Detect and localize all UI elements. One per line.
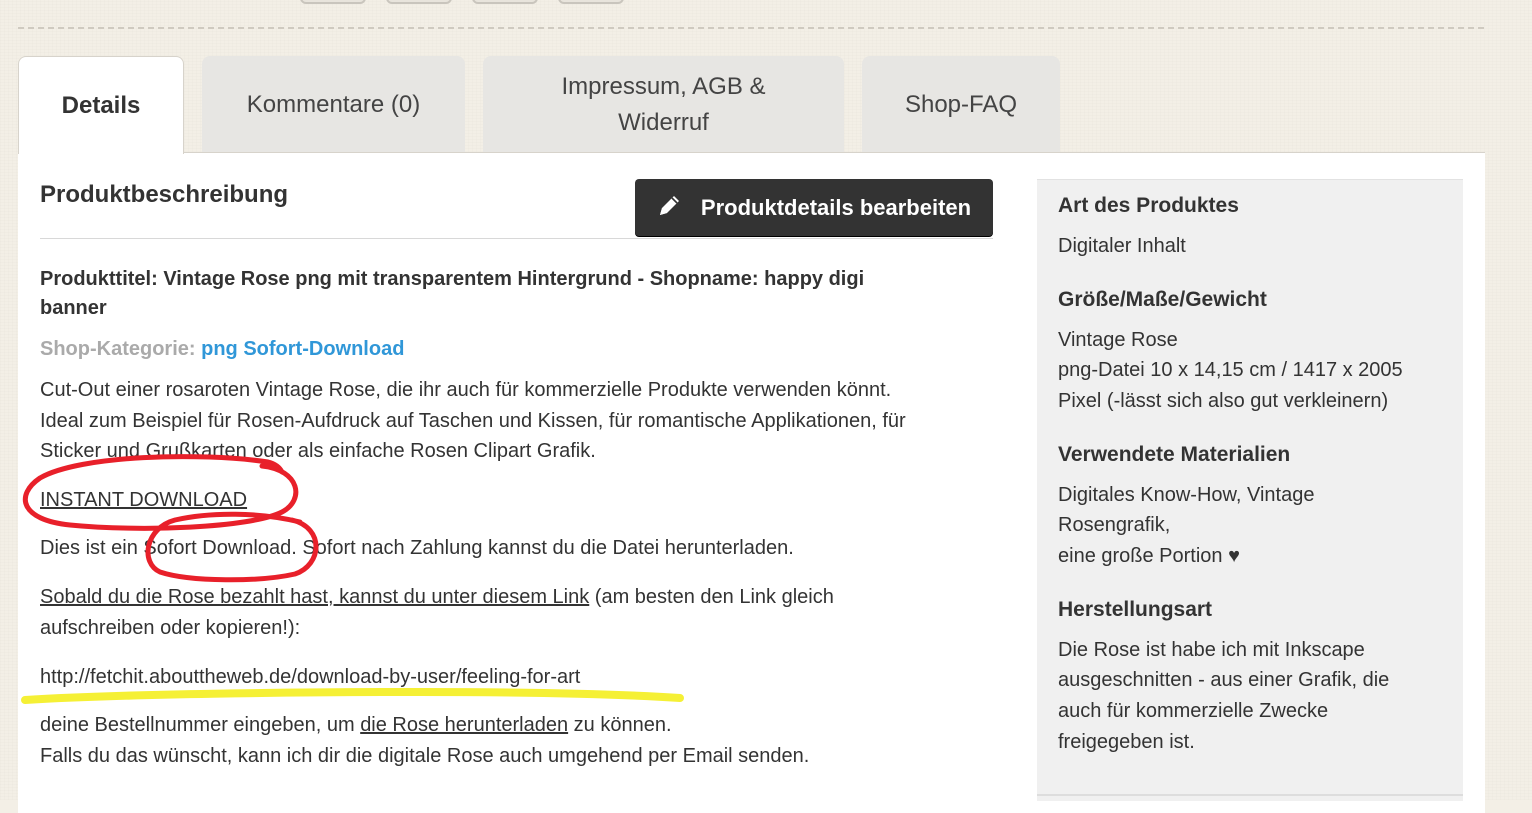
sidebar-bottom-border [1037,794,1463,796]
tab-label-line2: Widerruf [618,108,709,136]
product-title-line: Produkttitel: Vintage Rose png mit trans… [40,268,865,290]
section-title: Produktbeschreibung [40,181,289,208]
download-link-text: Sobald du die Rose bezahlt hast, kannst … [40,582,834,613]
download-link-text-2: aufschreiben oder kopieren!): [40,617,301,639]
sidebar-value: ausgeschnitten - aus einer Grafik, die [1058,669,1390,691]
tab-label: Impressum, AGB & [561,72,766,100]
sidebar-heading: Herstellungsart [1058,598,1213,621]
tab-label: Kommentare (0) [246,90,421,118]
sidebar-value: Die Rose ist habe ich mit Inkscape [1058,639,1365,661]
top-button-row [300,0,624,4]
tab-comments[interactable]: Kommentare (0) [202,56,465,153]
sidebar-heading: Art des Produktes [1058,194,1239,217]
sidebar-heading: Verwendete Materialien [1058,443,1291,466]
download-link-underlined: Sobald du die Rose bezahlt hast, kannst … [40,586,590,608]
sidebar-value: Digitales Know-How, Vintage [1058,484,1315,506]
top-button[interactable] [386,0,452,4]
category-label: Shop-Kategorie: [40,338,196,360]
order-text-link[interactable]: die Rose herunterladen [360,714,568,736]
download-link-rest: (am besten den Link gleich [589,586,834,608]
top-button[interactable] [558,0,624,4]
sidebar-value: Vintage Rose [1058,329,1178,351]
tab-label: Shop-FAQ [904,90,1018,118]
sofort-download-text: Dies ist ein Sofort Download. Sofort nac… [40,537,794,559]
instant-download-heading: INSTANT DOWNLOAD [40,489,248,511]
order-text-post: zu können. [568,714,672,736]
sidebar-value: auch für kommerzielle Zwecke [1058,700,1329,722]
order-text-pre: deine Bestellnummer eingeben, um [40,714,361,736]
section-divider [40,238,993,239]
description-line: Ideal zum Beispiel für Rosen-Aufdruck au… [40,410,906,432]
description-line: Sticker und Grußkarten oder als einfache… [40,440,596,462]
download-url[interactable]: http://fetchit.abouttheweb.de/download-b… [40,662,580,693]
top-button[interactable] [300,0,366,4]
pencil-icon [657,192,683,224]
tab-imprint[interactable]: Impressum, AGB & Widerruf [483,56,844,153]
shop-category: Shop-Kategorie: png Sofort-Download [40,334,404,365]
tab-label: Details [61,91,141,119]
tab-details[interactable]: Details [18,56,184,154]
edit-product-details-button[interactable]: Produktdetails bearbeiten [635,179,993,236]
order-number-text: deine Bestellnummer eingeben, um die Ros… [40,710,672,741]
product-title-line: banner [40,297,107,319]
description-line: Cut-Out einer rosaroten Vintage Rose, di… [40,379,892,401]
sidebar-value: eine große Portion ♥ [1058,545,1240,567]
dashed-divider [18,27,1484,29]
top-button[interactable] [472,0,538,4]
sidebar-value: Digitaler Inhalt [1058,235,1186,257]
sidebar-value: png-Datei 10 x 14,15 cm / 1417 x 2005 [1058,359,1403,381]
sidebar-heading: Größe/Maße/Gewicht [1058,288,1267,311]
email-text: Falls du das wünscht, kann ich dir die d… [40,745,810,767]
category-link[interactable]: png Sofort-Download [201,338,404,360]
edit-button-label: Produktdetails bearbeiten [700,194,972,220]
sidebar-value: Rosengrafik, [1058,514,1171,536]
sidebar-value: Pixel (-lässt sich also gut verkleinern) [1058,390,1389,412]
tab-shop-faq[interactable]: Shop-FAQ [862,56,1060,153]
sidebar-value: freigegeben ist. [1058,731,1195,753]
